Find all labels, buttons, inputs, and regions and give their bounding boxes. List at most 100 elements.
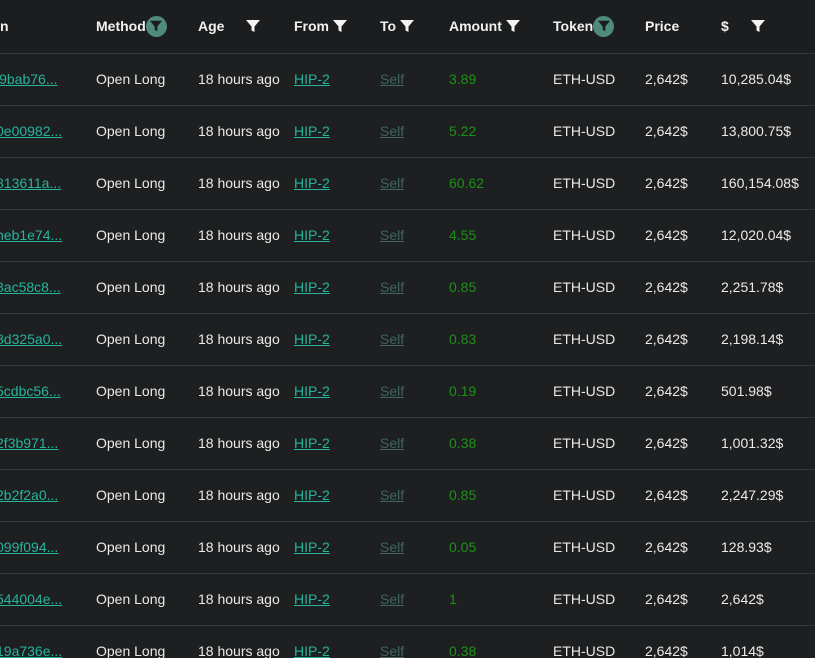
from-link[interactable]: HIP-2 (294, 487, 330, 503)
age-cell: 18 hours ago (198, 538, 280, 555)
amount-cell: 1 (449, 591, 457, 607)
age-cell: 18 hours ago (198, 434, 280, 451)
price-cell: 2,642$ (645, 175, 688, 191)
filter-icon[interactable] (398, 17, 416, 35)
table-row: 813611a... Open Long 18 hours ago HIP-2 … (0, 157, 815, 209)
table-row: 2b2f2a0... Open Long 18 hours ago HIP-2 … (0, 469, 815, 521)
transactions-table: n Method Age From To Amount Token Price … (0, 0, 815, 658)
to-link[interactable]: Self (380, 591, 404, 607)
age-cell: 18 hours ago (198, 174, 280, 191)
to-link[interactable]: Self (380, 435, 404, 451)
amount-cell: 0.83 (449, 331, 477, 347)
header-token: Token (553, 0, 645, 53)
to-link[interactable]: Self (380, 123, 404, 139)
from-link[interactable]: HIP-2 (294, 71, 330, 87)
header-to-label: To (380, 18, 397, 35)
amount-cell: 3.89 (449, 71, 477, 87)
amount-cell: 0.85 (449, 279, 477, 295)
header-from-label: From (294, 18, 329, 35)
price-cell: 2,642$ (645, 383, 688, 399)
method-cell: Open Long (96, 383, 166, 399)
to-link[interactable]: Self (380, 539, 404, 555)
token-cell: ETH-USD (553, 487, 616, 503)
tx-hash-link[interactable]: 544004e... (0, 591, 96, 607)
filter-icon[interactable] (593, 15, 615, 37)
table-row: 19a736e... Open Long 18 hours ago HIP-2 … (0, 625, 815, 658)
token-cell: ETH-USD (553, 123, 616, 139)
token-cell: ETH-USD (553, 175, 616, 191)
header-usd: $ (721, 0, 815, 53)
method-cell: Open Long (96, 331, 166, 347)
price-cell: 2,642$ (645, 123, 688, 139)
price-cell: 2,642$ (645, 279, 688, 295)
token-cell: ETH-USD (553, 539, 616, 555)
filter-icon[interactable] (749, 17, 767, 35)
price-cell: 2,642$ (645, 331, 688, 347)
age-cell: 18 hours ago (198, 642, 280, 658)
table-row: 8d325a0... Open Long 18 hours ago HIP-2 … (0, 313, 815, 365)
filter-icon[interactable] (331, 17, 349, 35)
age-cell: 18 hours ago (198, 486, 280, 503)
from-link[interactable]: HIP-2 (294, 331, 330, 347)
usd-value-cell: 10,285.04$ (721, 71, 792, 87)
tx-hash-link[interactable]: 099f094... (0, 539, 96, 555)
token-cell: ETH-USD (553, 643, 616, 658)
to-link[interactable]: Self (380, 643, 404, 658)
filter-icon[interactable] (244, 17, 262, 35)
from-link[interactable]: HIP-2 (294, 539, 330, 555)
to-link[interactable]: Self (380, 279, 404, 295)
tx-hash-link[interactable]: 8ac58c8... (0, 279, 96, 295)
tx-hash-link[interactable]: 2f3b971... (0, 435, 96, 451)
tx-hash-link[interactable]: 19a736e... (0, 643, 96, 658)
token-cell: ETH-USD (553, 71, 616, 87)
to-link[interactable]: Self (380, 71, 404, 87)
header-method-label: Method (96, 18, 146, 35)
method-cell: Open Long (96, 123, 166, 139)
table-row: neb1e74... Open Long 18 hours ago HIP-2 … (0, 209, 815, 261)
filter-icon[interactable] (504, 17, 522, 35)
from-link[interactable]: HIP-2 (294, 383, 330, 399)
tx-hash-link[interactable]: 2b2f2a0... (0, 487, 96, 503)
header-usd-label: $ (721, 18, 729, 35)
tx-hash-link[interactable]: l9bab76... (0, 71, 96, 87)
token-cell: ETH-USD (553, 435, 616, 451)
amount-cell: 5.22 (449, 123, 477, 139)
tx-hash-link[interactable]: neb1e74... (0, 227, 96, 243)
to-link[interactable]: Self (380, 383, 404, 399)
header-amount-label: Amount (449, 18, 502, 35)
from-link[interactable]: HIP-2 (294, 227, 330, 243)
to-link[interactable]: Self (380, 227, 404, 243)
price-cell: 2,642$ (645, 643, 688, 658)
amount-cell: 0.19 (449, 383, 477, 399)
price-cell: 2,642$ (645, 539, 688, 555)
token-cell: ETH-USD (553, 227, 616, 243)
method-cell: Open Long (96, 435, 166, 451)
table-header-row: n Method Age From To Amount Token Price … (0, 0, 815, 53)
usd-value-cell: 160,154.08$ (721, 175, 799, 191)
filter-icon[interactable] (145, 15, 167, 37)
from-link[interactable]: HIP-2 (294, 643, 330, 658)
to-link[interactable]: Self (380, 331, 404, 347)
tx-hash-link[interactable]: 0e00982... (0, 123, 96, 139)
tx-hash-link[interactable]: 813611a... (0, 175, 96, 191)
from-link[interactable]: HIP-2 (294, 591, 330, 607)
usd-value-cell: 2,642$ (721, 591, 764, 607)
tx-hash-link[interactable]: 5cdbc56... (0, 383, 96, 399)
price-cell: 2,642$ (645, 487, 688, 503)
from-link[interactable]: HIP-2 (294, 175, 330, 191)
from-link[interactable]: HIP-2 (294, 279, 330, 295)
to-link[interactable]: Self (380, 487, 404, 503)
method-cell: Open Long (96, 71, 166, 87)
header-amount: Amount (449, 0, 553, 53)
table-row: 5cdbc56... Open Long 18 hours ago HIP-2 … (0, 365, 815, 417)
tx-hash-link[interactable]: 8d325a0... (0, 331, 96, 347)
header-age-label: Age (198, 18, 225, 35)
amount-cell: 0.38 (449, 435, 477, 451)
price-cell: 2,642$ (645, 435, 688, 451)
to-link[interactable]: Self (380, 175, 404, 191)
transactions-table-container: n Method Age From To Amount Token Price … (0, 0, 815, 658)
method-cell: Open Long (96, 539, 166, 555)
method-cell: Open Long (96, 487, 166, 503)
from-link[interactable]: HIP-2 (294, 123, 330, 139)
from-link[interactable]: HIP-2 (294, 435, 330, 451)
